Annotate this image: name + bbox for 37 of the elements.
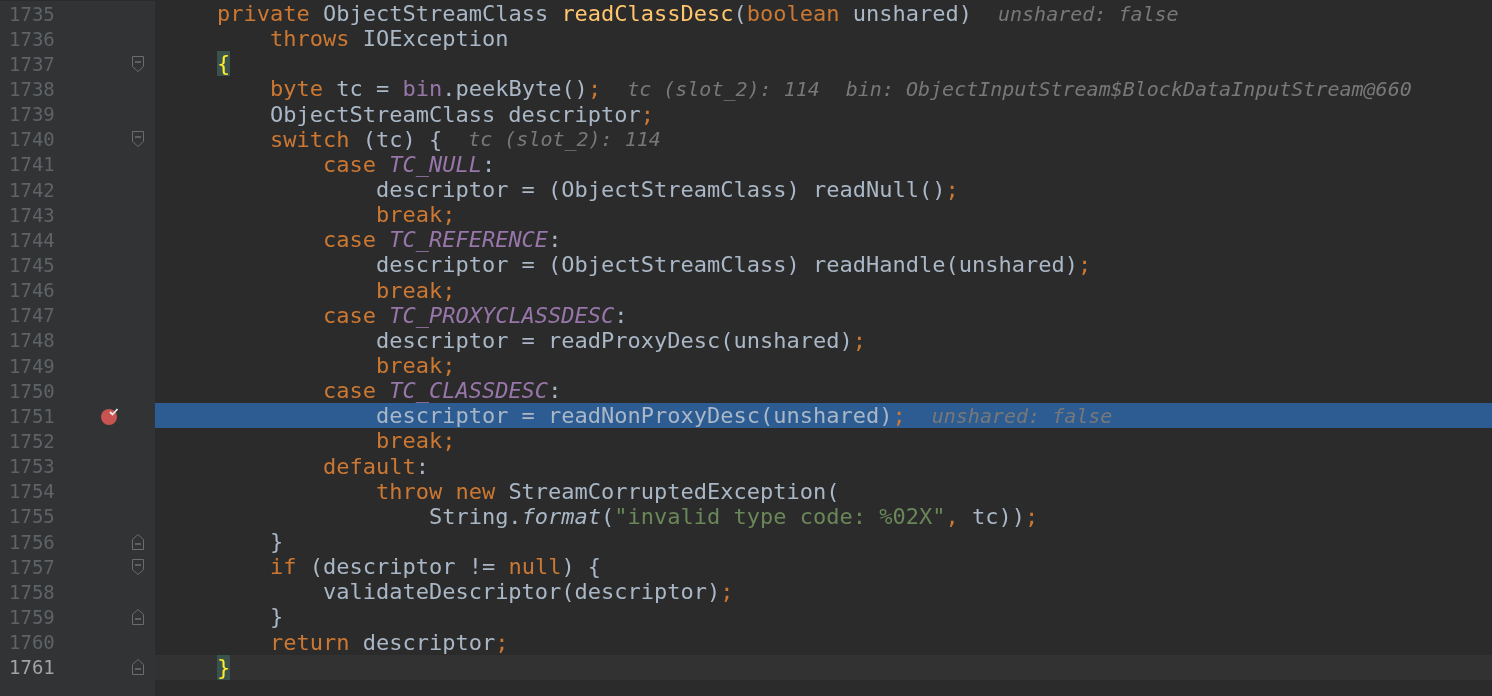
fold-marker-icon[interactable] (132, 533, 144, 550)
code-line: String.format("invalid type code: %02X", tc)); (427, 503, 1039, 529)
code-line: case TC_CLASSDESC: (321, 378, 562, 404)
fold-marker-icon[interactable] (132, 55, 144, 72)
code-line: } (268, 604, 284, 630)
code-line: case TC_REFERENCE: (321, 227, 562, 253)
code-line: break; (374, 353, 456, 379)
line-number: 1761 (8, 656, 56, 679)
code-line: case TC_PROXYCLASSDESC: (321, 302, 628, 328)
code-line: validateDescriptor(descriptor); (321, 579, 734, 605)
inline-hint: unshared: false (931, 403, 1113, 428)
code-line: descriptor = (ObjectStreamClass) readHandle(unshared); (374, 252, 1092, 278)
code-line: descriptor = readNonProxyDesc(unshared); (374, 403, 906, 429)
code-line: if (descriptor != null) { (268, 554, 602, 580)
code-line: switch (tc) { (268, 126, 443, 152)
fold-marker-icon[interactable] (132, 558, 144, 575)
code-line: ObjectStreamClass descriptor; (268, 101, 655, 127)
fold-marker-icon[interactable] (132, 608, 144, 625)
code-line: private ObjectStreamClass readClassDesc(boolean unshared) (215, 1, 972, 27)
inline-hint: unshared: false (998, 1, 1179, 26)
code-line: default: (321, 453, 429, 479)
fold-marker-icon[interactable] (132, 131, 144, 148)
code-line: case TC_NULL: (321, 151, 496, 177)
code-line: } (268, 529, 284, 554)
code-line: descriptor = readProxyDesc(unshared); (374, 327, 866, 353)
inline-hint: tc (slot_2): 114 (627, 77, 820, 101)
code-line: break; (374, 277, 456, 303)
code-line: break; (374, 428, 456, 454)
fold-marker-icon[interactable] (132, 659, 144, 676)
code-line: byte tc = bin.peekByte(); (268, 76, 602, 102)
code-line: return descriptor; (268, 629, 509, 655)
inline-hint: bin: ObjectInputStream$BlockDataInputStream@660 (845, 77, 1412, 101)
code-line: descriptor = (ObjectStreamClass) readNull(); (374, 177, 959, 203)
code-line: throws IOException (268, 26, 509, 52)
code-line: break; (374, 202, 456, 228)
code-line: throw new StreamCorruptedException( (374, 478, 840, 504)
inline-hint: tc (slot_2): 114 (468, 127, 661, 152)
